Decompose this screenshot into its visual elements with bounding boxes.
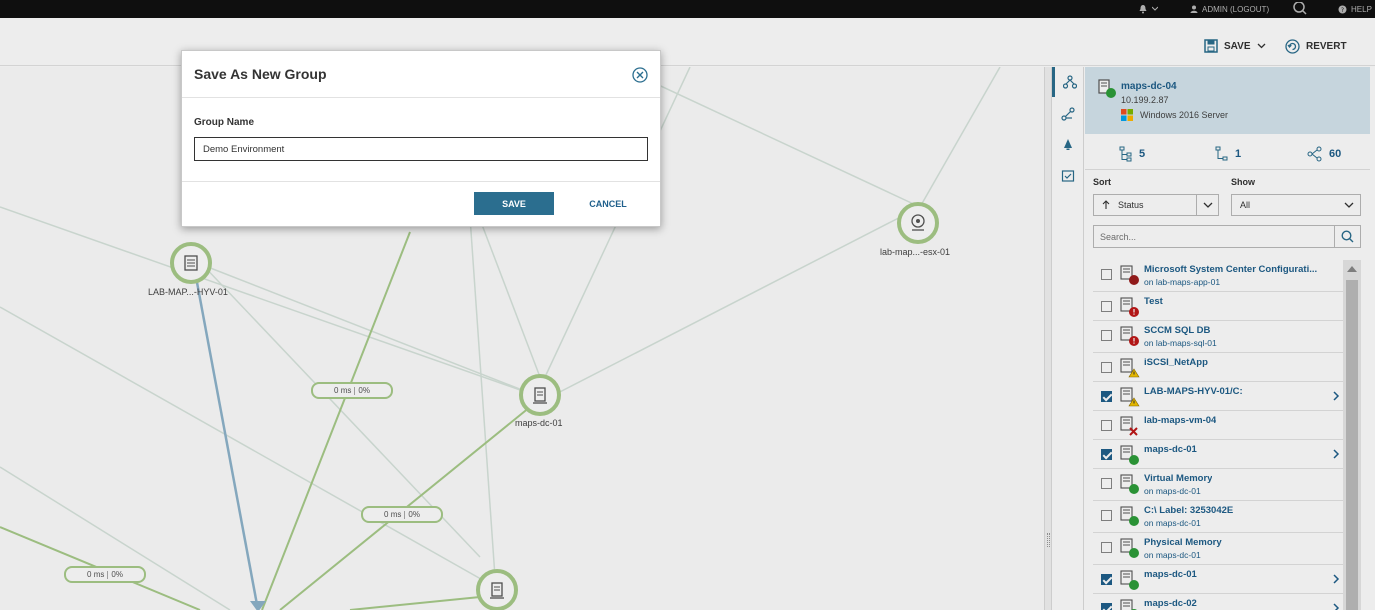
cancel-button[interactable]: CANCEL bbox=[578, 192, 638, 215]
dialog-divider bbox=[182, 181, 660, 182]
group-name-label: Group Name bbox=[194, 117, 255, 128]
save-button[interactable]: SAVE bbox=[474, 192, 554, 215]
save-group-dialog: Save As New Group Group Name SAVE CANCEL bbox=[181, 50, 661, 227]
dialog-title: Save As New Group bbox=[194, 66, 327, 82]
dialog-divider bbox=[182, 97, 660, 98]
group-name-input[interactable] bbox=[194, 137, 648, 161]
close-icon[interactable] bbox=[632, 67, 648, 83]
